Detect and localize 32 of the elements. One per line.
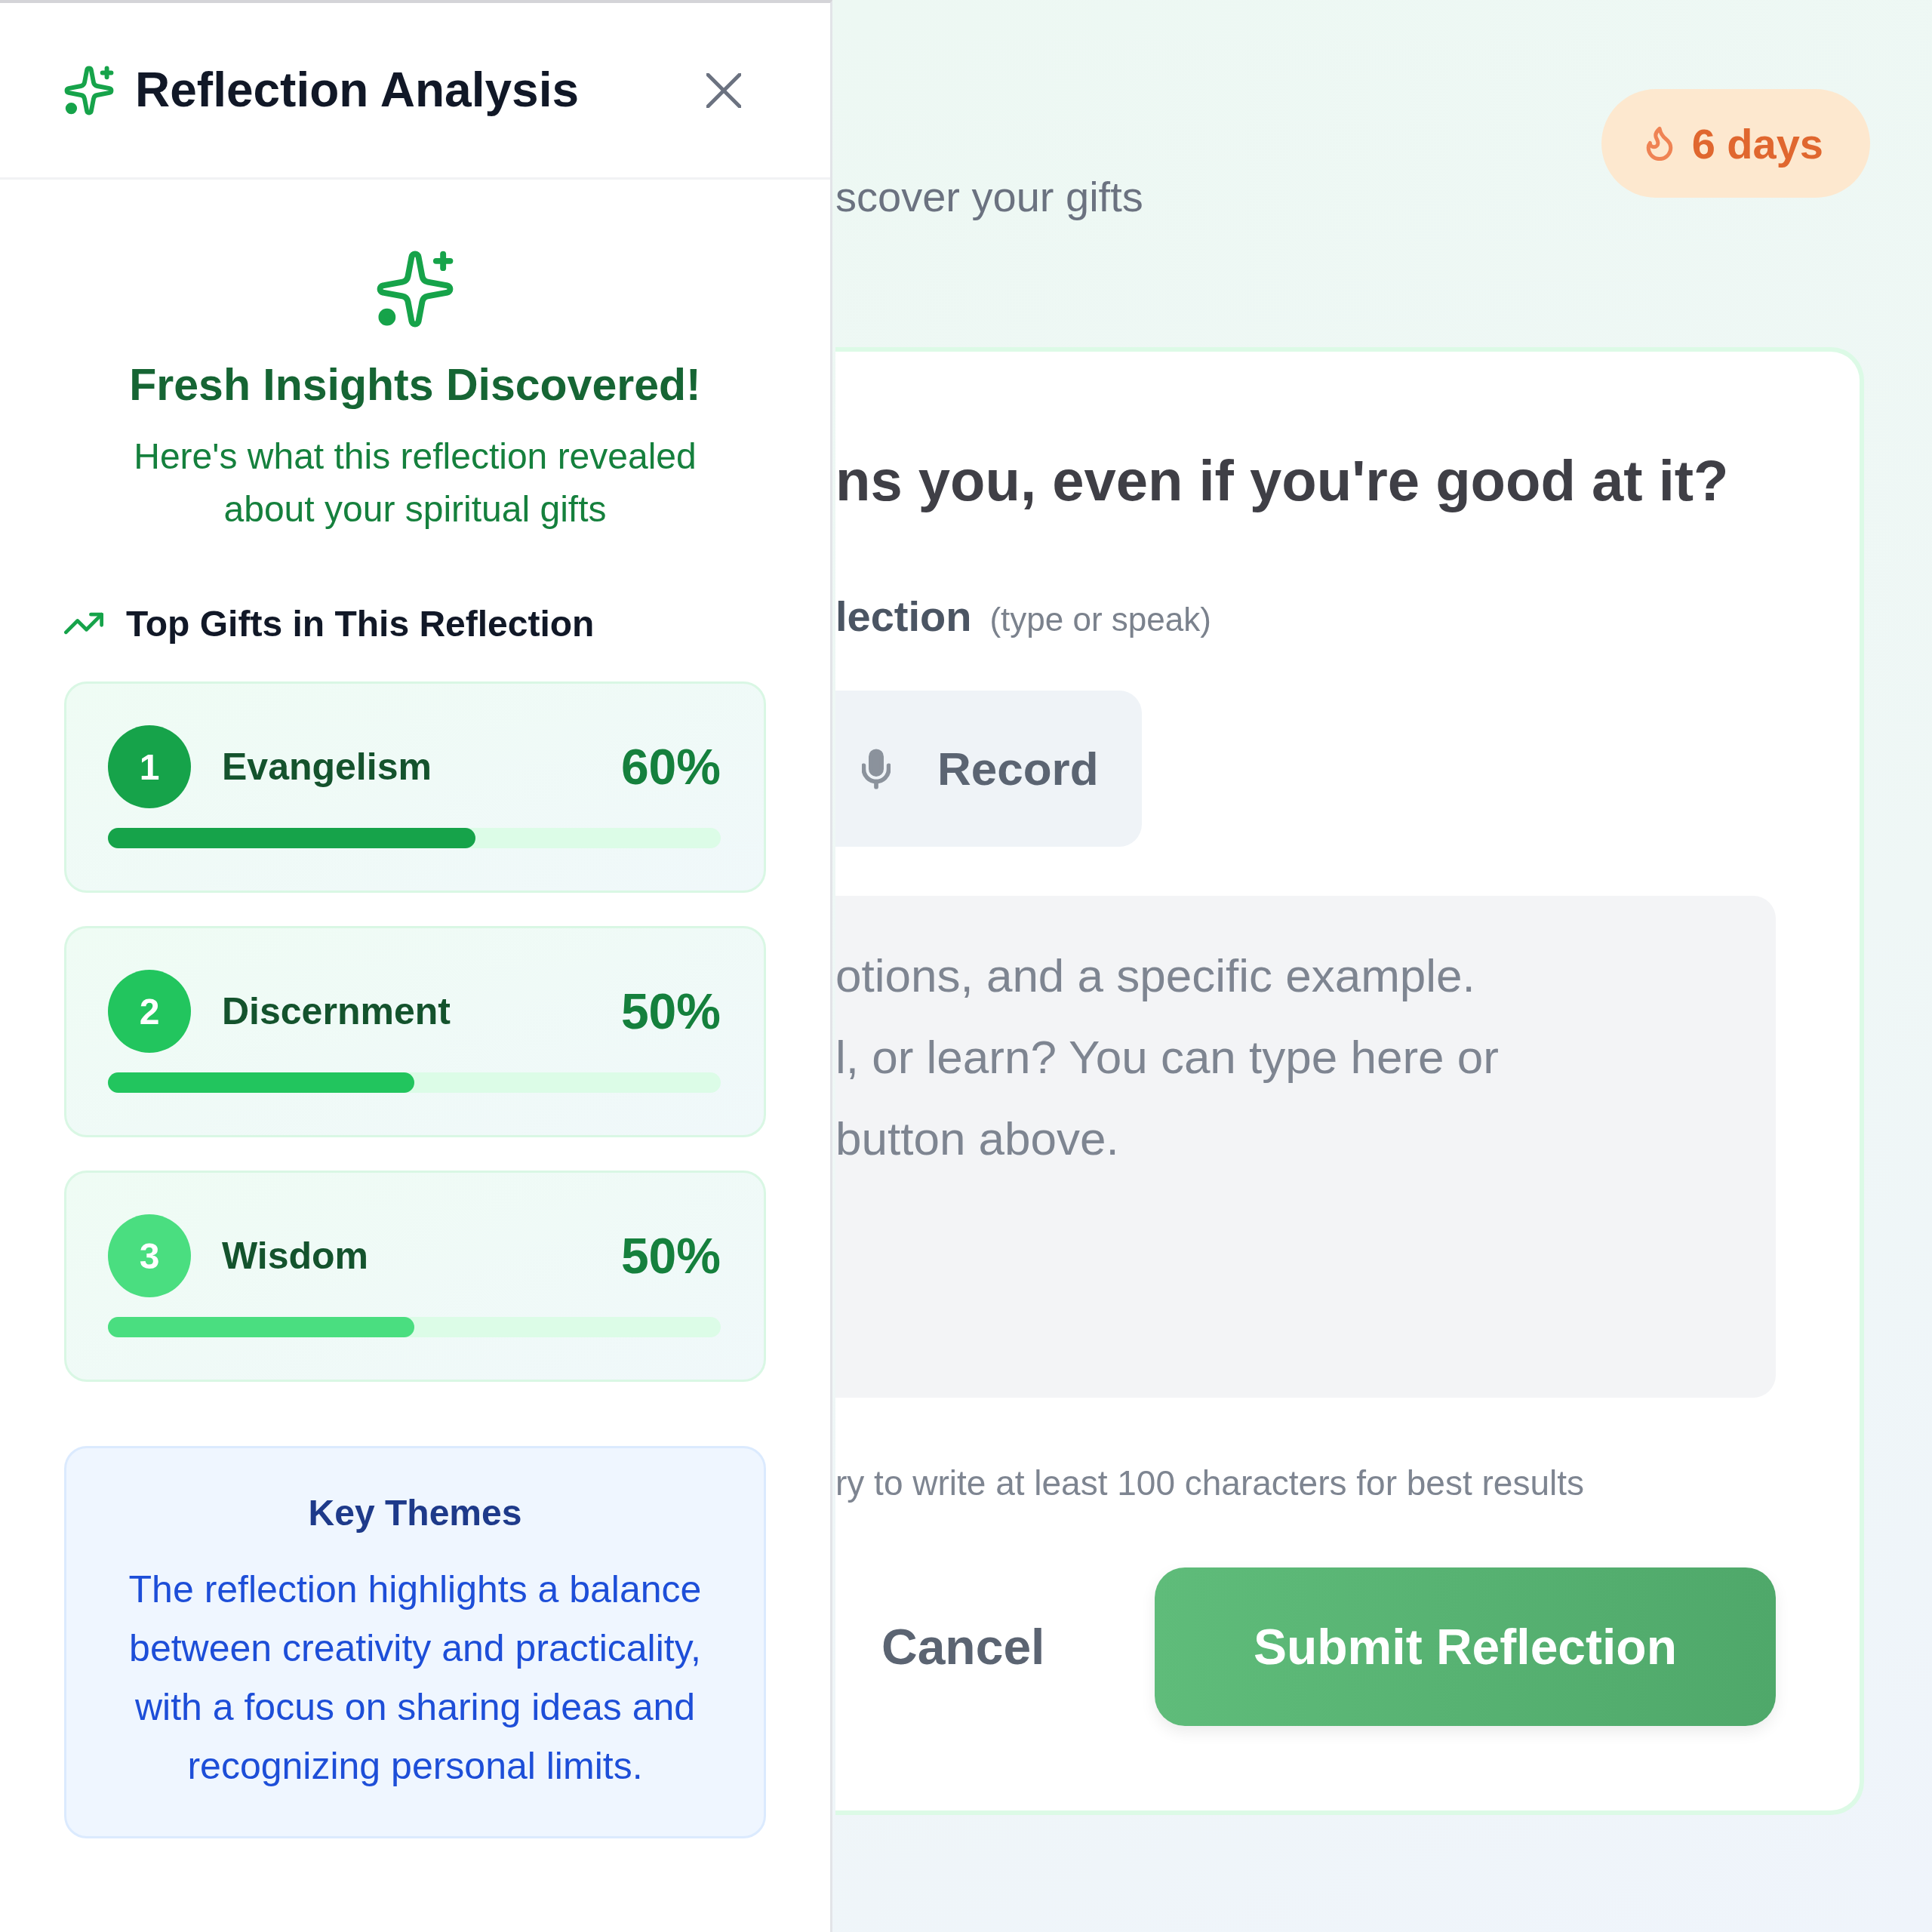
panel-title: Reflection Analysis: [135, 62, 580, 119]
gift-percent: 50%: [620, 983, 721, 1040]
question-text: ns you, even if you're good at it?: [835, 448, 1730, 514]
gift-name: Wisdom: [222, 1234, 369, 1278]
field-label: lection: [835, 592, 972, 641]
close-button[interactable]: [706, 72, 741, 108]
page-subtitle: scover your gifts: [835, 172, 1143, 221]
trend-up-icon: [64, 612, 103, 635]
flame-icon: [1644, 126, 1674, 161]
sparkle-icon: [64, 65, 114, 115]
sparkle-icon: [376, 250, 454, 328]
section-heading: Top Gifts in This Reflection: [126, 602, 595, 645]
close-icon: [706, 72, 741, 108]
insights-heading: Fresh Insights Discovered!: [129, 359, 701, 411]
themes-title: Key Themes: [308, 1492, 522, 1534]
record-button[interactable]: Record: [835, 691, 1142, 847]
microphone-icon: [862, 747, 891, 790]
helper-text: ry to write at least 100 characters for best results: [835, 1463, 1585, 1504]
field-hint: (type or speak): [989, 601, 1211, 638]
gift-name: Evangelism: [222, 745, 432, 789]
rank-badge: 1: [108, 725, 191, 808]
submit-button[interactable]: Submit Reflection: [1155, 1567, 1776, 1726]
themes-text: The reflection highlights a balance between creativity and practicality, with a focus on sharing ideas and recognizing personal limits.: [128, 1567, 703, 1789]
rank-badge: 2: [108, 970, 191, 1053]
insights-subtitle: Here's what this reflection revealed about your spiritual gifts: [133, 435, 697, 531]
cancel-button[interactable]: Cancel: [881, 1618, 1045, 1675]
gift-percent: 60%: [620, 738, 721, 795]
gift-name: Discernment: [222, 989, 451, 1033]
rank-badge: 3: [108, 1214, 191, 1297]
answer-field[interactable]: otions, and a specific example. l, or learn? You can type here or button above.: [835, 896, 1776, 1398]
gift-percent: 50%: [620, 1227, 721, 1284]
streak-count: 6 days: [1691, 118, 1823, 168]
